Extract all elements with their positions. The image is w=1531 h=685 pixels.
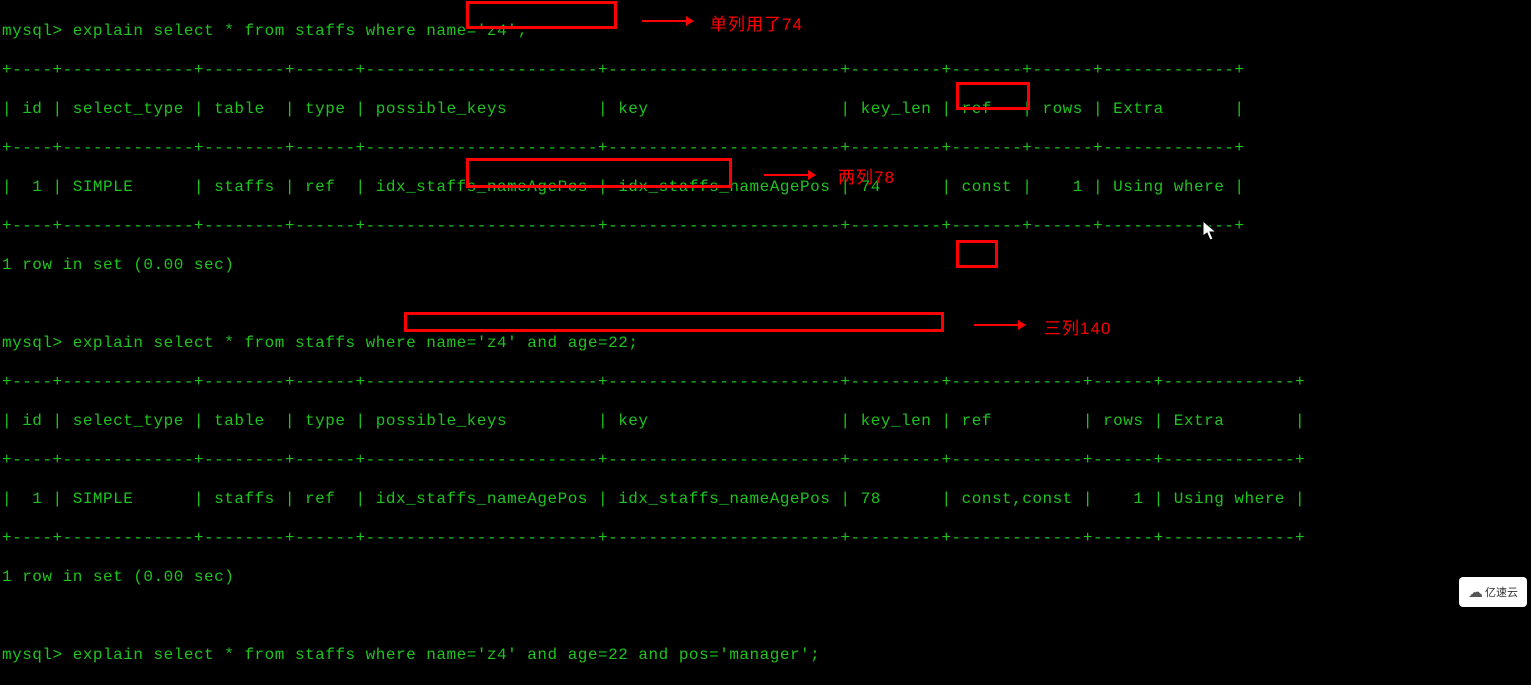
terminal-output: mysql> explain select * from staffs wher…	[0, 0, 1531, 685]
cloud-icon: ☁	[1468, 583, 1483, 601]
blank-2	[2, 607, 1531, 627]
q3-command: mysql> explain select * from staffs wher…	[2, 646, 1531, 666]
q2-command: mysql> explain select * from staffs wher…	[2, 334, 1531, 354]
q2-sep-top: +----+-------------+--------+------+----…	[2, 373, 1531, 393]
blank-1	[2, 295, 1531, 315]
watermark-text: 亿速云	[1485, 584, 1518, 600]
q2-data-row: | 1 | SIMPLE | staffs | ref | idx_staffs…	[2, 490, 1531, 510]
annotation-q3: 三列140	[1044, 314, 1111, 339]
q1-header: | id | select_type | table | type | poss…	[2, 100, 1531, 120]
q2-header: | id | select_type | table | type | poss…	[2, 412, 1531, 432]
annotation-q2: 两列78	[838, 163, 895, 188]
q1-sep-mid: +----+-------------+--------+------+----…	[2, 139, 1531, 159]
q1-footer: 1 row in set (0.00 sec)	[2, 256, 1531, 276]
q2-footer: 1 row in set (0.00 sec)	[2, 568, 1531, 588]
q2-sep-mid: +----+-------------+--------+------+----…	[2, 451, 1531, 471]
watermark-badge: ☁ 亿速云	[1459, 577, 1527, 607]
annotation-q1: 单列用了74	[710, 10, 803, 35]
q1-data-row: | 1 | SIMPLE | staffs | ref | idx_staffs…	[2, 178, 1531, 198]
q1-sep-top: +----+-------------+--------+------+----…	[2, 61, 1531, 81]
q1-sep-bot: +----+-------------+--------+------+----…	[2, 217, 1531, 237]
q2-sep-bot: +----+-------------+--------+------+----…	[2, 529, 1531, 549]
